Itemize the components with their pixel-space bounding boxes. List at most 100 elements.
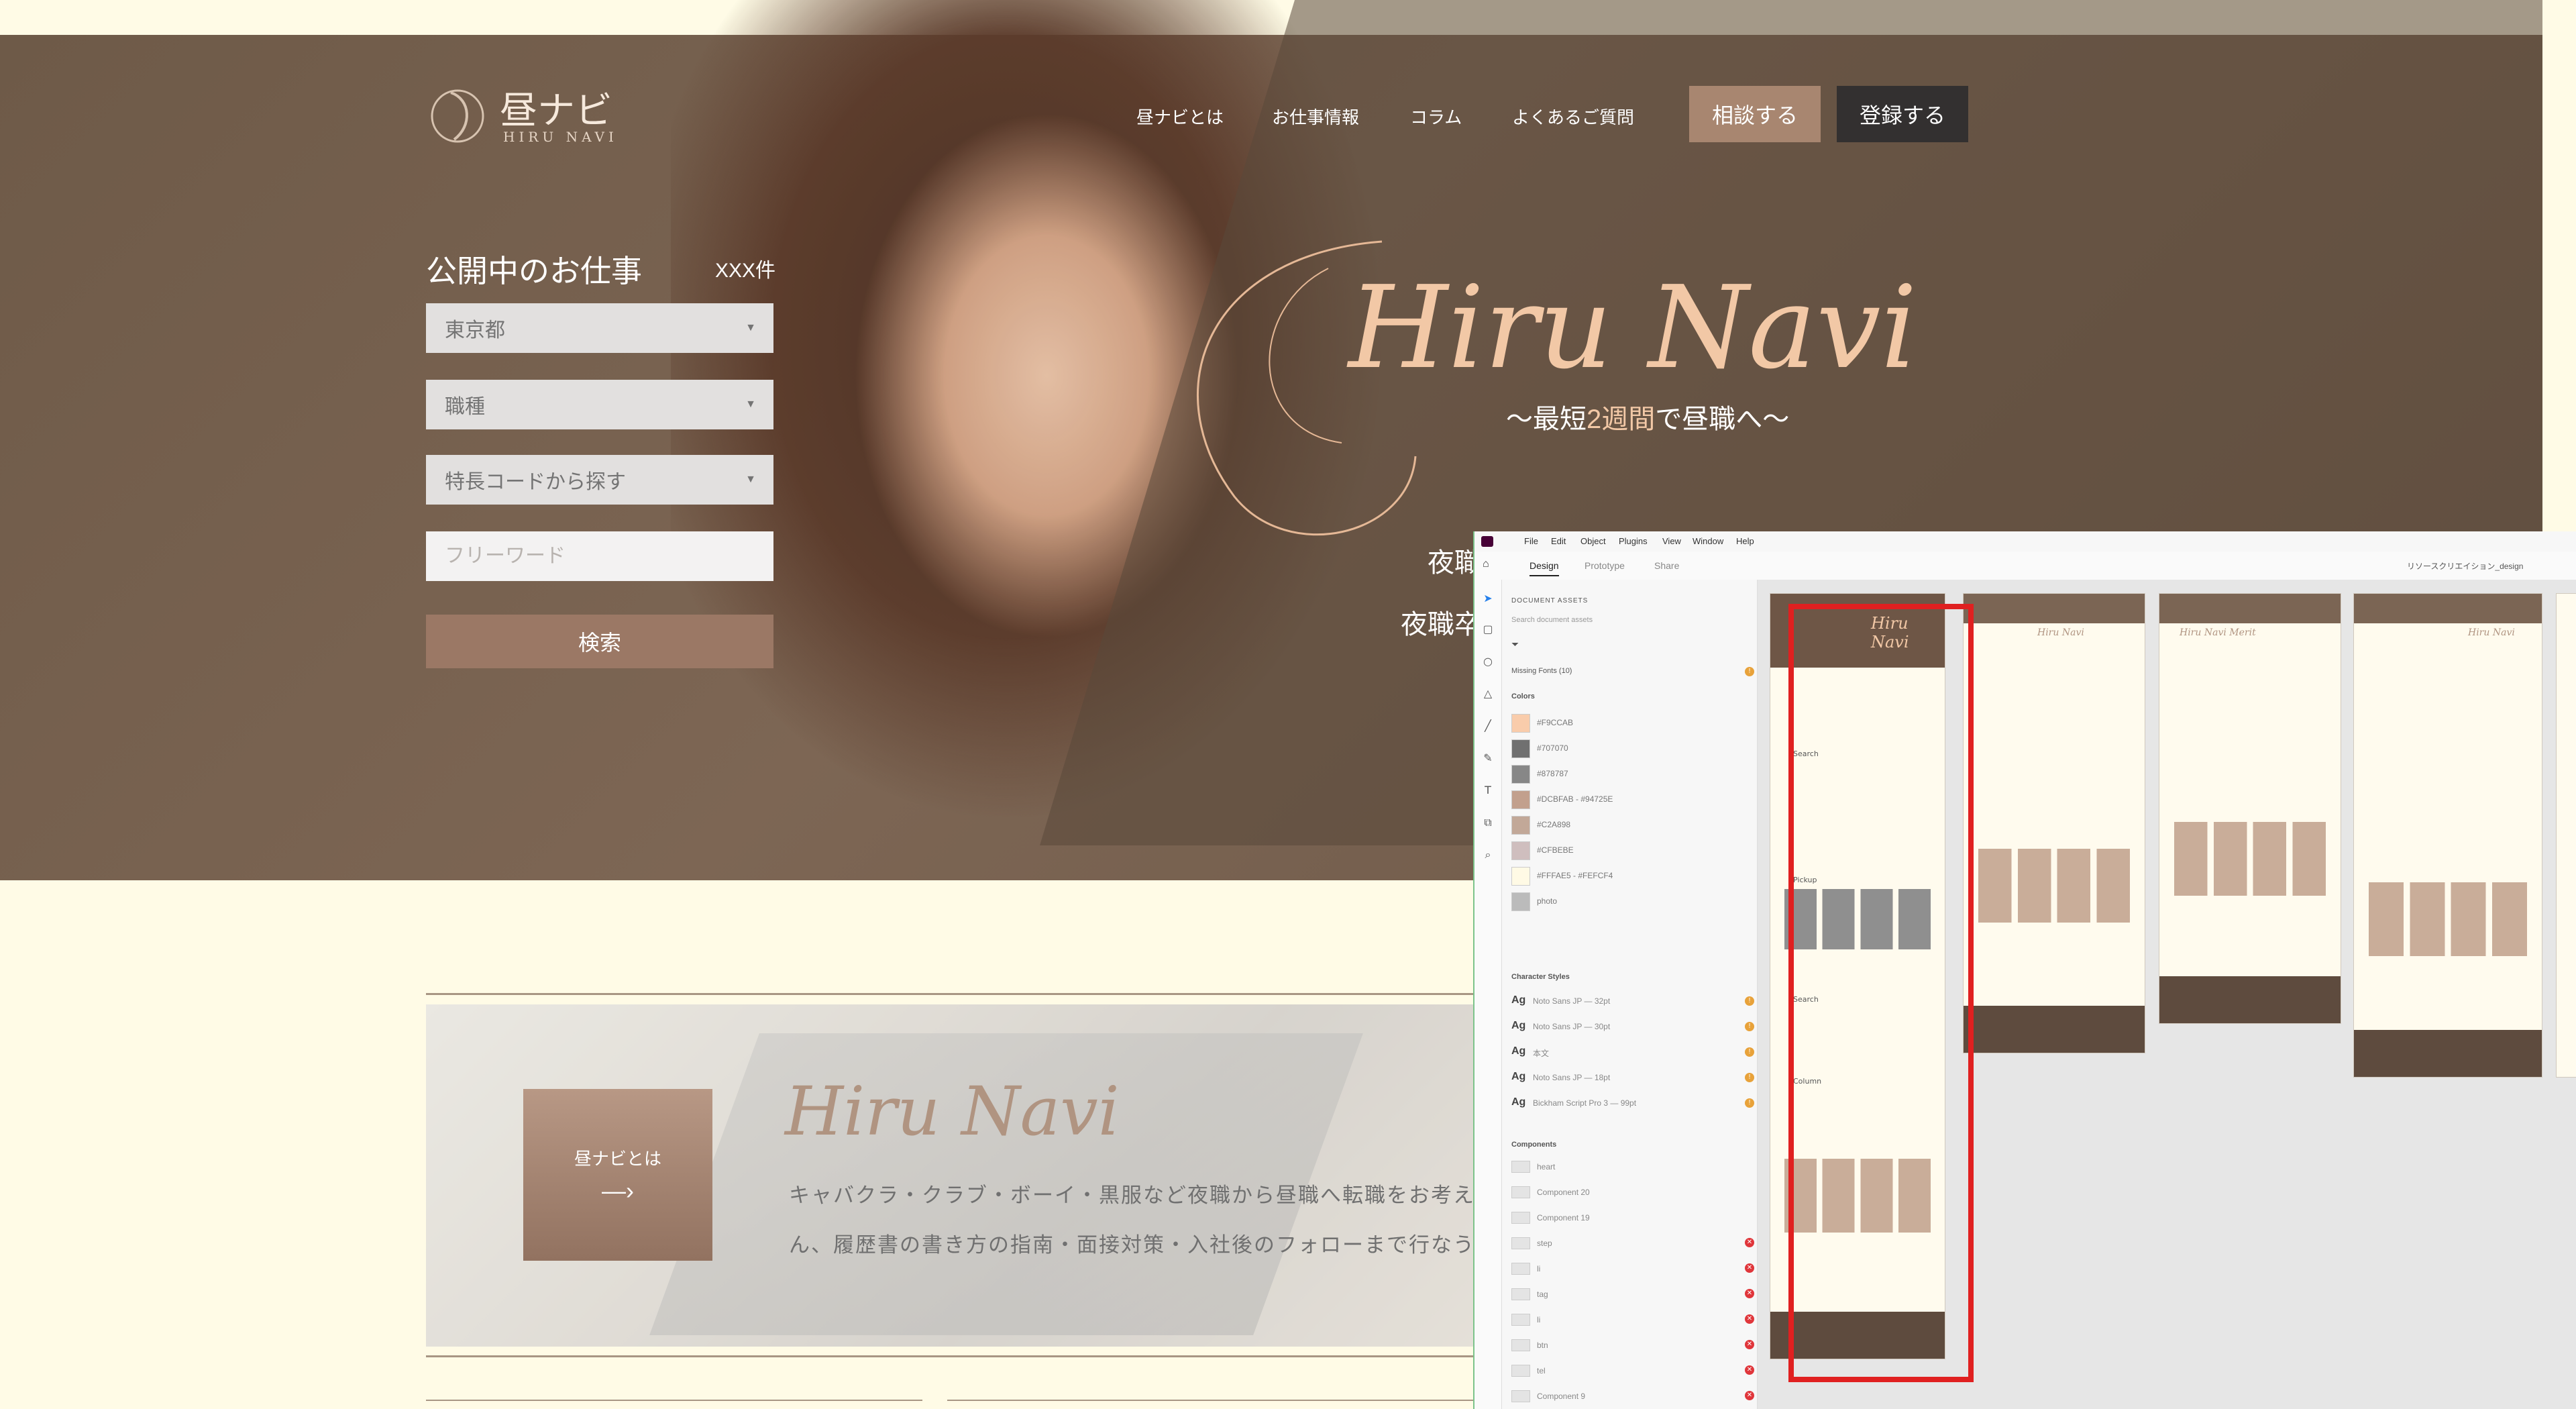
color-swatch-label: photo [1537, 896, 1558, 906]
xd-window: File Edit Object Plugins View Window Hel… [1473, 531, 2576, 1409]
component-thumbnail [1511, 1186, 1530, 1198]
artboard-merit[interactable]: Hiru Navi Merit [2159, 593, 2341, 1024]
job-type-select[interactable]: 職種 ▼ [426, 380, 773, 429]
select-tool-icon[interactable]: ➤ [1481, 592, 1495, 605]
brand-script: Hiru Navi [1348, 262, 1917, 395]
artboard-header [2354, 594, 2542, 623]
assets-panel: DOCUMENT ASSETS Search document assets ⏷… [1502, 580, 1758, 1409]
color-swatch-label: #707070 [1537, 743, 1568, 753]
component-label[interactable]: Component 19 [1537, 1213, 1590, 1222]
color-swatch-label: #FFFAE5 - #FEFCF4 [1537, 871, 1613, 880]
artboard-selection-highlight [1788, 604, 1974, 1382]
zoom-tool-icon[interactable]: ⌕ [1481, 848, 1495, 862]
component-label[interactable]: heart [1537, 1162, 1555, 1171]
rectangle-tool-icon[interactable]: ▢ [1481, 623, 1495, 636]
logo-text[interactable]: 昼ナビ [500, 81, 612, 135]
menu-file[interactable]: File [1524, 536, 1538, 546]
artboard-about[interactable]: Hiru Navi [1963, 593, 2145, 1053]
arrow-right-icon: —› [602, 1176, 634, 1204]
color-swatch[interactable] [1511, 867, 1530, 886]
pen-tool-icon[interactable]: ✎ [1481, 751, 1495, 765]
chevron-down-icon: ▼ [745, 474, 756, 485]
missing-fonts[interactable]: Missing Fonts (10) [1511, 667, 1572, 675]
error-icon: ✕ [1745, 1263, 1754, 1273]
register-button[interactable]: 登録する [1837, 86, 1968, 142]
char-style-preview: Ag [1511, 994, 1526, 1006]
component-label[interactable]: tag [1537, 1290, 1548, 1299]
artboard-column[interactable]: Hiru Navi [2353, 593, 2542, 1078]
char-style-label[interactable]: Bickham Script Pro 3 — 99pt [1533, 1098, 1636, 1108]
component-thumbnail [1511, 1161, 1530, 1173]
menu-object[interactable]: Object [1580, 536, 1606, 546]
menu-help[interactable]: Help [1736, 536, 1754, 546]
xd-app-icon [1481, 536, 1493, 547]
char-style-label[interactable]: 本文 [1533, 1047, 1549, 1059]
tab-share[interactable]: Share [1654, 560, 1679, 571]
component-label[interactable]: btn [1537, 1341, 1548, 1350]
component-thumbnail [1511, 1314, 1530, 1326]
error-icon: ✕ [1745, 1238, 1754, 1247]
color-swatch[interactable] [1511, 790, 1530, 809]
component-label[interactable]: li [1537, 1315, 1540, 1324]
tab-prototype[interactable]: Prototype [1585, 560, 1625, 571]
char-style-label[interactable]: Noto Sans JP — 18pt [1533, 1073, 1610, 1082]
chevron-down-icon: ▼ [745, 322, 756, 333]
menu-edit[interactable]: Edit [1551, 536, 1566, 546]
consult-button[interactable]: 相談する [1689, 86, 1821, 142]
color-swatch[interactable] [1511, 739, 1530, 758]
component-label[interactable]: step [1537, 1239, 1552, 1248]
hero-side-text-2: 夜職卒 [1401, 610, 1481, 639]
feature-code-select-value: 特長コードから探す [445, 471, 626, 493]
menu-plugins[interactable]: Plugins [1619, 536, 1648, 546]
chevron-down-icon: ▼ [745, 399, 756, 410]
color-swatch[interactable] [1511, 816, 1530, 835]
error-icon: ✕ [1745, 1365, 1754, 1375]
filter-icon[interactable]: ⏷ [1511, 639, 1519, 650]
warning-icon: ! [1745, 996, 1754, 1006]
text-tool-icon[interactable]: T [1481, 784, 1495, 797]
nav-column[interactable]: コラム [1410, 104, 1462, 129]
component-thumbnail [1511, 1288, 1530, 1300]
tagline-accent: 2週間 [1587, 405, 1656, 434]
char-style-label[interactable]: Noto Sans JP — 30pt [1533, 1022, 1610, 1031]
char-styles-header: Character Styles [1511, 973, 1570, 981]
document-title[interactable]: リソースクリエイション_design [2407, 560, 2523, 572]
component-label[interactable]: li [1537, 1264, 1540, 1273]
artboard-footer [2159, 976, 2341, 1023]
search-button[interactable]: 検索 [426, 615, 773, 668]
prefecture-select[interactable]: 東京都 ▼ [426, 303, 773, 353]
about-card-label: 昼ナビとは [574, 1148, 661, 1169]
feature-code-select[interactable]: 特長コードから探す ▼ [426, 455, 773, 505]
about-card-button[interactable]: 昼ナビとは —› [523, 1089, 712, 1261]
warning-icon: ! [1745, 1098, 1754, 1108]
colors-header: Colors [1511, 692, 1535, 700]
section-divider [426, 993, 1516, 995]
tab-design[interactable]: Design [1529, 560, 1559, 576]
nav-jobs[interactable]: お仕事情報 [1272, 104, 1359, 129]
char-style-preview: Ag [1511, 1020, 1526, 1031]
component-label[interactable]: Component 20 [1537, 1188, 1590, 1197]
menu-view[interactable]: View [1662, 536, 1681, 546]
artboard-partial[interactable] [2556, 593, 2576, 1078]
nav-faq[interactable]: よくあるご質問 [1512, 104, 1634, 129]
artboard-header [2159, 594, 2341, 623]
polygon-tool-icon[interactable]: △ [1481, 687, 1495, 700]
color-swatch[interactable] [1511, 714, 1530, 733]
logo-subtitle: HIRU NAVI [503, 129, 618, 145]
section-divider [426, 1355, 1516, 1357]
char-style-label[interactable]: Noto Sans JP — 32pt [1533, 996, 1610, 1006]
component-label[interactable]: tel [1537, 1366, 1546, 1375]
assets-search[interactable]: Search document assets [1511, 616, 1593, 624]
button-grid [1978, 849, 2131, 923]
menu-window[interactable]: Window [1693, 536, 1723, 546]
color-swatch[interactable] [1511, 892, 1530, 911]
color-swatch[interactable] [1511, 765, 1530, 784]
color-swatch[interactable] [1511, 841, 1530, 860]
home-icon[interactable]: ⌂ [1483, 558, 1489, 570]
artboard-tool-icon[interactable]: ⧉ [1481, 816, 1495, 829]
component-label[interactable]: Component 9 [1537, 1392, 1585, 1401]
freeword-input[interactable] [426, 531, 773, 581]
nav-about[interactable]: 昼ナビとは [1136, 104, 1224, 129]
line-tool-icon[interactable]: ╱ [1481, 719, 1495, 733]
ellipse-tool-icon[interactable]: ○ [1481, 655, 1495, 668]
